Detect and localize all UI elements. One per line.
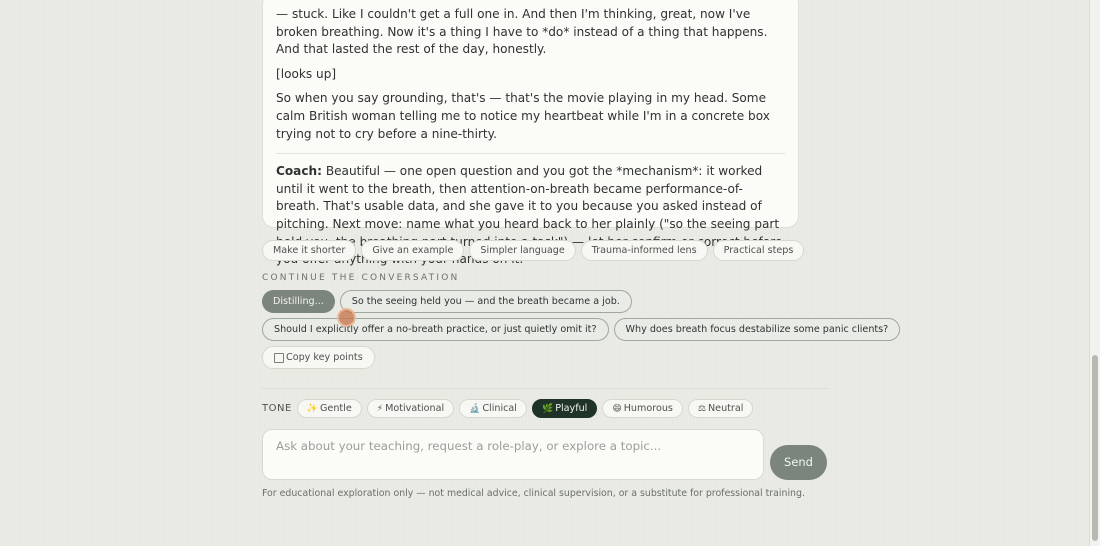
- tone-motivational-button[interactable]: ⚡ Motivational: [366, 399, 455, 418]
- tone-humorous-button[interactable]: 😄 Humorous: [602, 399, 683, 418]
- message-divider: [276, 153, 785, 155]
- sparkles-icon: ✨: [306, 403, 318, 414]
- send-button[interactable]: Send: [770, 445, 827, 480]
- tone-clinical-button[interactable]: 🔬 Clinical: [459, 399, 527, 418]
- section-divider: [262, 388, 828, 389]
- refine-chips: Make it shorter Give an example Simpler …: [262, 240, 805, 261]
- suggestion-row: Distilling... So the seeing held you — a…: [262, 290, 632, 313]
- tone-option-label: Humorous: [623, 403, 673, 414]
- page-scrollbar[interactable]: [1089, 0, 1100, 546]
- refine-simpler-button[interactable]: Simpler language: [469, 240, 576, 261]
- distilling-button[interactable]: Distilling...: [262, 290, 335, 313]
- user-stage-direction: [looks up]: [276, 66, 337, 81]
- copy-key-points-label: Copy key points: [286, 352, 363, 363]
- tone-playful-button[interactable]: 🌿 Playful: [531, 399, 598, 418]
- suggestion-row: Should I explicitly offer a no-breath pr…: [262, 318, 901, 341]
- scrollbar-thumb[interactable]: [1092, 355, 1098, 541]
- suggestion-chip[interactable]: Why does breath focus destabilize some p…: [613, 318, 901, 341]
- tone-selector: TONE ✨ Gentle ⚡ Motivational 🔬 Clinical …: [262, 399, 754, 418]
- copy-key-points-button[interactable]: Copy key points: [262, 346, 375, 369]
- clipboard-icon: [274, 352, 284, 363]
- coach-label: Coach:: [276, 164, 322, 179]
- tone-label: TONE: [262, 403, 292, 414]
- tone-option-label: Neutral: [708, 403, 744, 414]
- refine-practical-button[interactable]: Practical steps: [712, 240, 805, 261]
- tone-option-label: Gentle: [320, 403, 352, 414]
- tone-option-label: Playful: [555, 403, 588, 414]
- user-message-paragraph: So when you say grounding, that's — that…: [276, 91, 770, 141]
- user-message-paragraph: — stuck. Like I couldn't get a full one …: [276, 7, 768, 57]
- smile-icon: 😄: [612, 403, 622, 414]
- coach-message-card: — stuck. Like I couldn't get a full one …: [262, 0, 799, 266]
- suggestion-chip[interactable]: So the seeing held you — and the breath …: [339, 290, 632, 313]
- suggestion-chip[interactable]: Should I explicitly offer a no-breath pr…: [262, 318, 609, 341]
- message-input[interactable]: Ask about your teaching, request a role-…: [262, 429, 764, 480]
- cursor-indicator: [337, 308, 356, 327]
- lightning-icon: ⚡: [376, 403, 384, 414]
- scales-icon: ⚖: [697, 403, 706, 414]
- refine-example-button[interactable]: Give an example: [361, 240, 465, 261]
- refine-trauma-button[interactable]: Trauma-informed lens: [580, 240, 708, 261]
- tone-neutral-button[interactable]: ⚖ Neutral: [687, 399, 754, 418]
- tone-option-label: Clinical: [482, 403, 517, 414]
- continue-section-label: CONTINUE THE CONVERSATION: [262, 273, 460, 283]
- tone-gentle-button[interactable]: ✨ Gentle: [296, 399, 362, 418]
- refine-shorter-button[interactable]: Make it shorter: [262, 240, 357, 261]
- tone-option-label: Motivational: [385, 403, 445, 414]
- disclaimer-text: For educational exploration only — not m…: [262, 488, 805, 499]
- leaf-icon: 🌿: [541, 403, 554, 414]
- microscope-icon: 🔬: [469, 403, 481, 414]
